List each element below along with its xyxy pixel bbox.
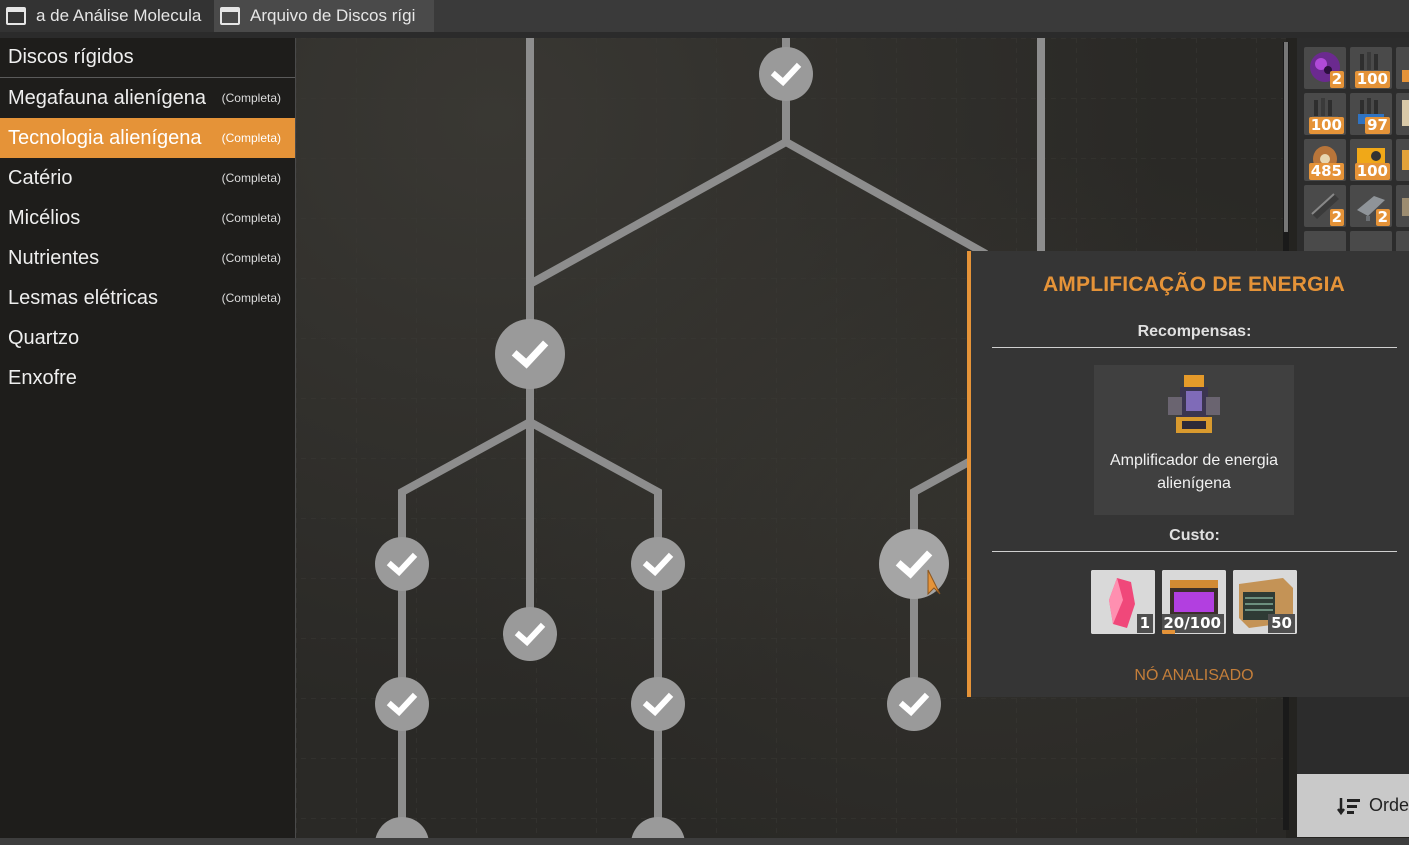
app-root: a de Análise Molecula Arquivo de Discos … [0, 0, 1409, 845]
inventory-slot[interactable] [1396, 93, 1409, 135]
tree-node-completed[interactable] [375, 537, 429, 591]
inventory-slot[interactable]: 100 [1350, 139, 1392, 181]
sidebar-item-power-slugs[interactable]: Lesmas elétricas (Completa) [0, 278, 295, 318]
sidebar-item-label: Lesmas elétricas [8, 286, 159, 309]
inventory-slot[interactable]: 2 [1304, 185, 1346, 227]
window-icon [220, 7, 240, 25]
sidebar-item-status: (Completa) [221, 251, 281, 265]
scrollbar-thumb[interactable] [1284, 42, 1288, 232]
tooltip-title: AMPLIFICAÇÃO DE ENERGIA [1042, 273, 1346, 296]
sidebar-item-label: Micélios [8, 206, 81, 229]
sidebar-item-alien-tech[interactable]: Tecnologia alienígena (Completa) [0, 118, 295, 158]
sidebar-item-label: Catério [8, 166, 73, 189]
tree-node-completed[interactable] [631, 537, 685, 591]
inventory-slot[interactable]: 485 [1304, 139, 1346, 181]
sidebar-item-status: (Completa) [221, 131, 281, 145]
inventory-slot[interactable] [1396, 139, 1409, 181]
sort-icon [1337, 798, 1360, 816]
tab-label: Arquivo de Discos rígi [250, 6, 416, 25]
sidebar-item-caterium[interactable]: Catério (Completa) [0, 158, 295, 198]
sidebar-item-status: (Completa) [221, 291, 281, 305]
reward-name: Amplificador de energia alienígena [1109, 452, 1279, 492]
bottom-bar [0, 838, 1409, 845]
tree-node-completed[interactable] [887, 677, 941, 731]
partial-item-icon [1402, 100, 1409, 126]
inventory-count: 97 [1365, 116, 1390, 134]
inventory-count: 2 [1375, 208, 1390, 226]
cost-count: 1 [1136, 614, 1153, 633]
cost-item[interactable]: 1 [1091, 570, 1155, 634]
sort-button[interactable]: Orde [1297, 774, 1409, 837]
sidebar-item-sulfur[interactable]: Enxofre [0, 358, 295, 398]
partial-item-icon [1402, 198, 1409, 216]
sidebar-item-mycelia[interactable]: Micélios (Completa) [0, 198, 295, 238]
cost-item[interactable]: 20/100 [1162, 570, 1226, 634]
inventory-count: 100 [1354, 162, 1390, 180]
inventory-slot[interactable]: 100 [1304, 93, 1346, 135]
cost-heading: Custo: [992, 527, 1397, 552]
alien-power-booster-icon [1168, 375, 1220, 433]
research-tooltip: AMPLIFICAÇÃO DE ENERGIA Recompensas: Amp… [967, 251, 1409, 697]
tree-node-selected[interactable] [879, 529, 949, 599]
tab-label: a de Análise Molecula [36, 6, 202, 25]
sidebar-header: Discos rígidos [0, 38, 295, 78]
inventory-slot[interactable] [1396, 47, 1409, 89]
cost-count: 50 [1268, 614, 1295, 633]
tree-node-completed[interactable] [503, 607, 557, 661]
tab-bar: a de Análise Molecula Arquivo de Discos … [0, 0, 1409, 32]
tree-node-completed[interactable] [495, 319, 565, 389]
inventory-slot[interactable]: 100 [1350, 47, 1392, 89]
reward-card[interactable]: Amplificador de energia alienígena [1094, 365, 1294, 515]
inventory-slot[interactable]: 2 [1350, 185, 1392, 227]
node-status: NÓ ANALISADO [1134, 667, 1254, 684]
sidebar-item-megafauna[interactable]: Megafauna alienígena (Completa) [0, 78, 295, 118]
sidebar-item-label: Enxofre [8, 366, 77, 389]
sidebar-item-status: (Completa) [221, 211, 281, 225]
sidebar-item-label: Nutrientes [8, 246, 100, 269]
sidebar-item-nutrients[interactable]: Nutrientes (Completa) [0, 238, 295, 278]
tab-molecular-analysis[interactable]: a de Análise Molecula [0, 0, 214, 32]
cost-progress-bar [1162, 630, 1175, 634]
inventory-count: 100 [1308, 116, 1344, 134]
sidebar-item-status: (Completa) [221, 171, 281, 185]
inventory-count: 2 [1329, 70, 1344, 88]
tab-hard-drive-archive[interactable]: Arquivo de Discos rígi [214, 0, 434, 32]
sidebar-item-status: (Completa) [221, 91, 281, 105]
rewards-heading: Recompensas: [992, 323, 1397, 348]
partial-item-icon [1402, 70, 1409, 82]
partial-item-icon [1402, 150, 1409, 170]
tree-node-completed[interactable] [631, 677, 685, 731]
tree-node-completed[interactable] [759, 47, 813, 101]
cost-item[interactable]: 50 [1233, 570, 1297, 634]
window-icon [6, 7, 26, 25]
inventory-count: 2 [1329, 208, 1344, 226]
tree-node-completed[interactable] [375, 677, 429, 731]
inventory-slot[interactable]: 2 [1304, 47, 1346, 89]
inventory-slot[interactable] [1396, 185, 1409, 227]
sidebar-item-label: Megafauna alienígena [8, 86, 206, 109]
inventory-count: 100 [1354, 70, 1390, 88]
sidebar-item-label: Quartzo [8, 326, 80, 349]
inventory-count: 485 [1308, 162, 1344, 180]
sidebar: Discos rígidos Megafauna alienígena (Com… [0, 38, 296, 845]
sort-button-label: Orde [1369, 795, 1409, 815]
inventory-slot[interactable]: 97 [1350, 93, 1392, 135]
sidebar-item-label: Tecnologia alienígena [8, 126, 202, 149]
sidebar-item-quartz[interactable]: Quartzo [0, 318, 295, 358]
